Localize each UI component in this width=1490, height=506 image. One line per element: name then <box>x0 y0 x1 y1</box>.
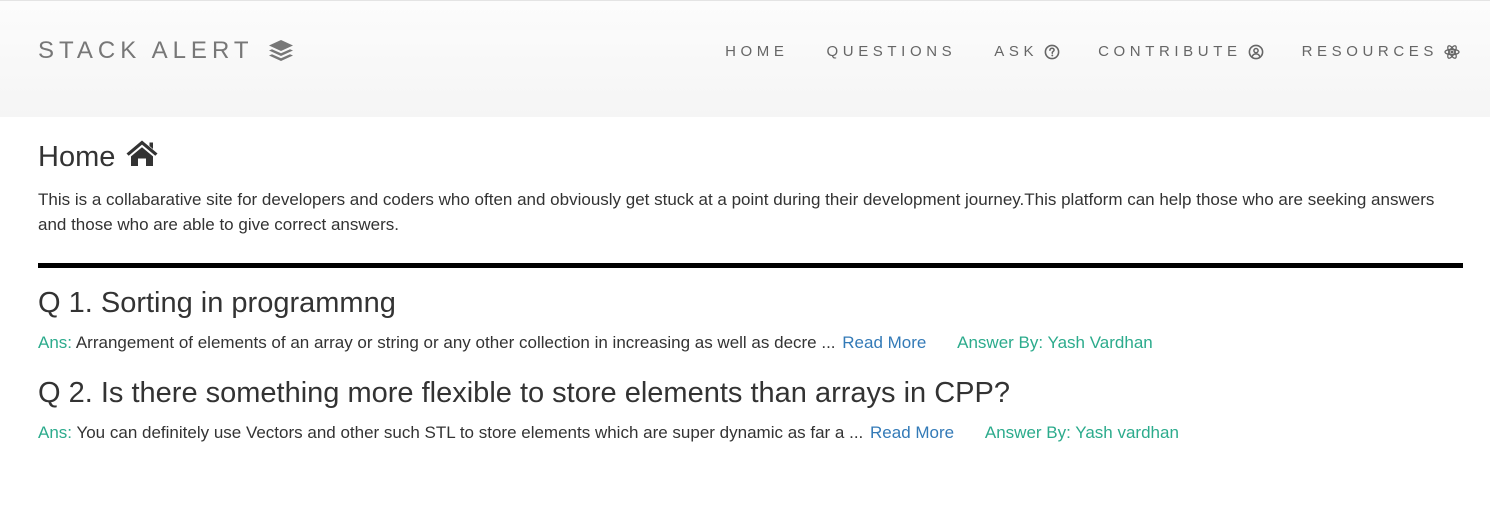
question-title[interactable]: Q 2. Is there something more flexible to… <box>38 376 1463 410</box>
question-circle-icon <box>1044 44 1060 60</box>
intro-text: This is a collabarative site for develop… <box>38 190 1435 234</box>
question-item: Q 2. Is there something more flexible to… <box>38 376 1463 444</box>
nav-item-label: ASK <box>994 43 1039 60</box>
brand-link[interactable]: STACK ALERT <box>38 37 294 65</box>
nav-item-resources[interactable]: RESOURCES <box>1302 43 1460 60</box>
read-more-link[interactable]: Read More <box>870 423 954 442</box>
main-content: Home This is a collabarative site for de… <box>38 117 1463 444</box>
main-nav: HOME QUESTIONS ASK CONTRIBUTE RESOURCES <box>725 43 1460 60</box>
question-item: Q 1. Sorting in programmng Ans: Arrangem… <box>38 286 1463 354</box>
nav-item-label: RESOURCES <box>1301 43 1438 60</box>
answer-preview: Ans: You can definitely use Vectors and … <box>38 422 1463 444</box>
page-title-text: Home <box>38 141 116 173</box>
nav-item-ask[interactable]: ASK <box>994 43 1060 60</box>
nav-item-label: CONTRIBUTE <box>1098 43 1242 60</box>
answer-by: Answer By: Yash Vardhan <box>957 333 1153 352</box>
nav-item-questions[interactable]: QUESTIONS <box>827 43 957 60</box>
nav-item-home[interactable]: HOME <box>725 43 788 60</box>
read-more-link[interactable]: Read More <box>842 333 926 352</box>
brand-name: STACK ALERT <box>38 37 254 64</box>
ans-label: Ans: <box>38 423 73 442</box>
ans-label: Ans: <box>38 333 73 352</box>
navbar: STACK ALERT HOME QUESTIONS ASK CONTRIBUT… <box>0 0 1490 117</box>
question-title[interactable]: Q 1. Sorting in programmng <box>38 286 1463 320</box>
nav-item-label: HOME <box>725 43 789 60</box>
user-circle-icon <box>1248 44 1264 60</box>
react-icon <box>1444 44 1460 60</box>
page-title: Home <box>38 139 1463 175</box>
nav-item-contribute[interactable]: CONTRIBUTE <box>1098 43 1264 60</box>
answer-preview: Ans: Arrangement of elements of an array… <box>38 332 1463 354</box>
section-divider <box>38 263 1463 268</box>
answer-text: Arrangement of elements of an array or s… <box>75 333 836 352</box>
layers-icon <box>268 39 294 63</box>
home-icon <box>125 139 159 175</box>
answer-text: You can definitely use Vectors and other… <box>76 423 864 442</box>
answer-by: Answer By: Yash vardhan <box>984 423 1179 442</box>
nav-item-label: QUESTIONS <box>826 43 957 60</box>
